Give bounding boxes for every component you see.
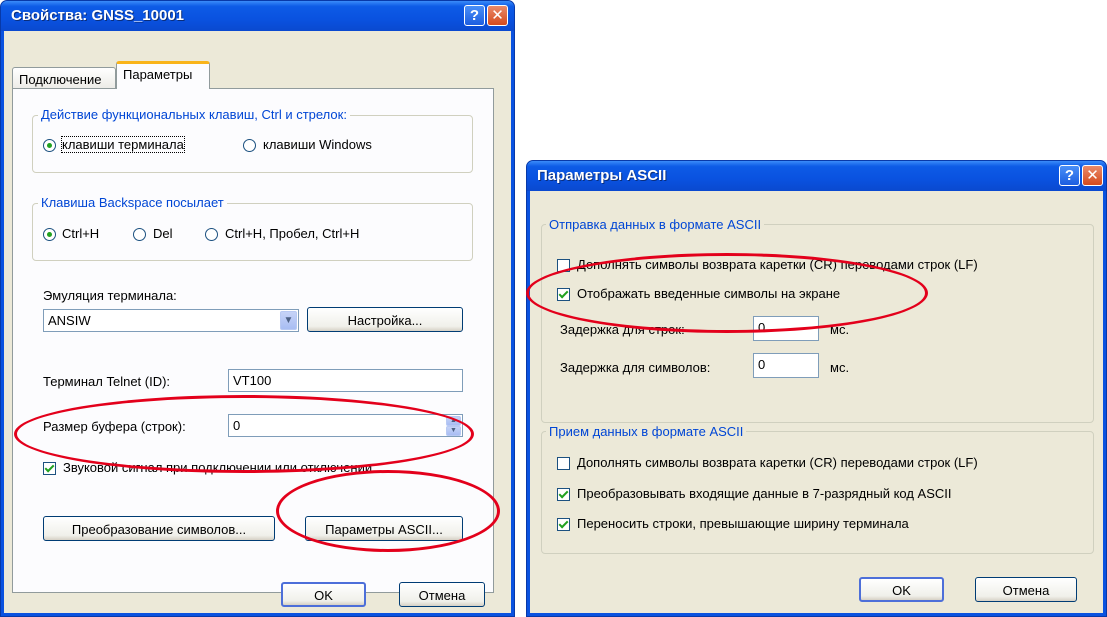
radio-terminal-keys-label[interactable]: клавиши терминала [61, 136, 185, 153]
radio-ctrl-h-label[interactable]: Ctrl+H [62, 226, 99, 241]
beep-checkbox[interactable] [43, 462, 56, 475]
spinner-down-icon[interactable]: ▼ [446, 426, 461, 436]
cancel-button[interactable]: Отмена [399, 582, 485, 607]
radio-del[interactable] [133, 228, 146, 241]
wrap-lines-label[interactable]: Переносить строки, превышающие ширину те… [577, 516, 909, 531]
help-icon[interactable]: ? [1059, 165, 1080, 186]
ascii-cancel-button[interactable]: Отмена [975, 577, 1077, 602]
close-icon[interactable]: ✕ [487, 5, 508, 26]
buffer-size-label: Размер буфера (строк): [43, 419, 186, 434]
line-delay-unit: мс. [830, 322, 850, 337]
telnet-id-input[interactable]: VT100 [228, 369, 463, 392]
echo-checkbox[interactable] [557, 288, 570, 301]
tab-parameters[interactable]: Параметры [116, 61, 210, 89]
receive-ascii-legend: Прием данных в формате ASCII [546, 424, 747, 439]
buffer-size-value: 0 [233, 418, 241, 433]
send-append-lf-label[interactable]: Дополнять символы возврата каретки (CR) … [577, 257, 978, 272]
properties-dialog-title: Свойства: GNSS_10001 [11, 7, 185, 24]
wrap-lines-checkbox[interactable] [557, 518, 570, 531]
chevron-down-icon[interactable]: ▼ [280, 311, 297, 330]
receive-append-lf-label[interactable]: Дополнять символы возврата каретки (CR) … [577, 455, 978, 470]
setup-button[interactable]: Настройка... [307, 307, 463, 332]
char-delay-input[interactable]: 0 [753, 353, 819, 378]
echo-checkbox-label[interactable]: Отображать введенные символы на экране [577, 286, 840, 301]
spinner-up-icon[interactable]: ▲ [446, 416, 461, 426]
function-keys-legend: Действие функциональных клавиш, Ctrl и с… [38, 107, 350, 122]
radio-del-label[interactable]: Del [153, 226, 173, 241]
parameters-tab-panel: Действие функциональных клавиш, Ctrl и с… [12, 88, 494, 593]
ascii-dialog-title: Параметры ASCII [537, 167, 667, 184]
beep-checkbox-label[interactable]: Звуковой сигнал при подключении или откл… [63, 460, 372, 475]
radio-ctrl-h-space-label[interactable]: Ctrl+H, Пробел, Ctrl+H [225, 226, 359, 241]
telnet-id-label: Терминал Telnet (ID): [43, 374, 171, 389]
ok-button[interactable]: OK [281, 582, 366, 607]
to-7bit-label[interactable]: Преобразовывать входящие данные в 7-разр… [577, 486, 952, 501]
ascii-client-area: Отправка данных в формате ASCII Дополнят… [530, 191, 1103, 613]
emulation-select[interactable]: ANSIW ▼ [43, 309, 299, 332]
tab-connection[interactable]: Подключение [12, 67, 116, 89]
ascii-params-button[interactable]: Параметры ASCII... [305, 516, 463, 541]
radio-windows-keys-label[interactable]: клавиши Windows [263, 137, 372, 152]
emulation-label: Эмуляция терминала: [43, 288, 177, 303]
backspace-legend: Клавиша Backspace посылает [38, 195, 227, 210]
line-delay-input[interactable]: 0 [753, 316, 819, 341]
to-7bit-checkbox[interactable] [557, 488, 570, 501]
buffer-size-input[interactable]: 0 ▲ ▼ [228, 414, 463, 437]
char-convert-button[interactable]: Преобразование символов... [43, 516, 275, 541]
line-delay-label: Задержка для строк: [560, 322, 685, 337]
emulation-select-value: ANSIW [48, 313, 91, 328]
receive-append-lf-checkbox[interactable] [557, 457, 570, 470]
send-append-lf-checkbox[interactable] [557, 259, 570, 272]
radio-ctrl-h[interactable] [43, 228, 56, 241]
radio-ctrl-h-space[interactable] [205, 228, 218, 241]
char-delay-unit: мс. [830, 360, 850, 375]
properties-client-area: Подключение Параметры Действие функциона… [4, 31, 511, 613]
radio-windows-keys[interactable] [243, 139, 256, 152]
close-icon[interactable]: ✕ [1082, 165, 1103, 186]
properties-dialog: Свойства: GNSS_10001 ? ✕ Подключение Пар… [0, 0, 515, 617]
ascii-ok-button[interactable]: OK [859, 577, 944, 602]
help-icon[interactable]: ? [464, 5, 485, 26]
ascii-settings-dialog: Параметры ASCII ? ✕ Отправка данных в фо… [526, 160, 1107, 617]
ascii-title-bar[interactable]: Параметры ASCII ? ✕ [527, 161, 1106, 191]
send-ascii-legend: Отправка данных в формате ASCII [546, 217, 765, 232]
char-delay-label: Задержка для символов: [560, 360, 711, 375]
properties-title-bar[interactable]: Свойства: GNSS_10001 ? ✕ [1, 1, 514, 31]
radio-terminal-keys[interactable] [43, 139, 56, 152]
